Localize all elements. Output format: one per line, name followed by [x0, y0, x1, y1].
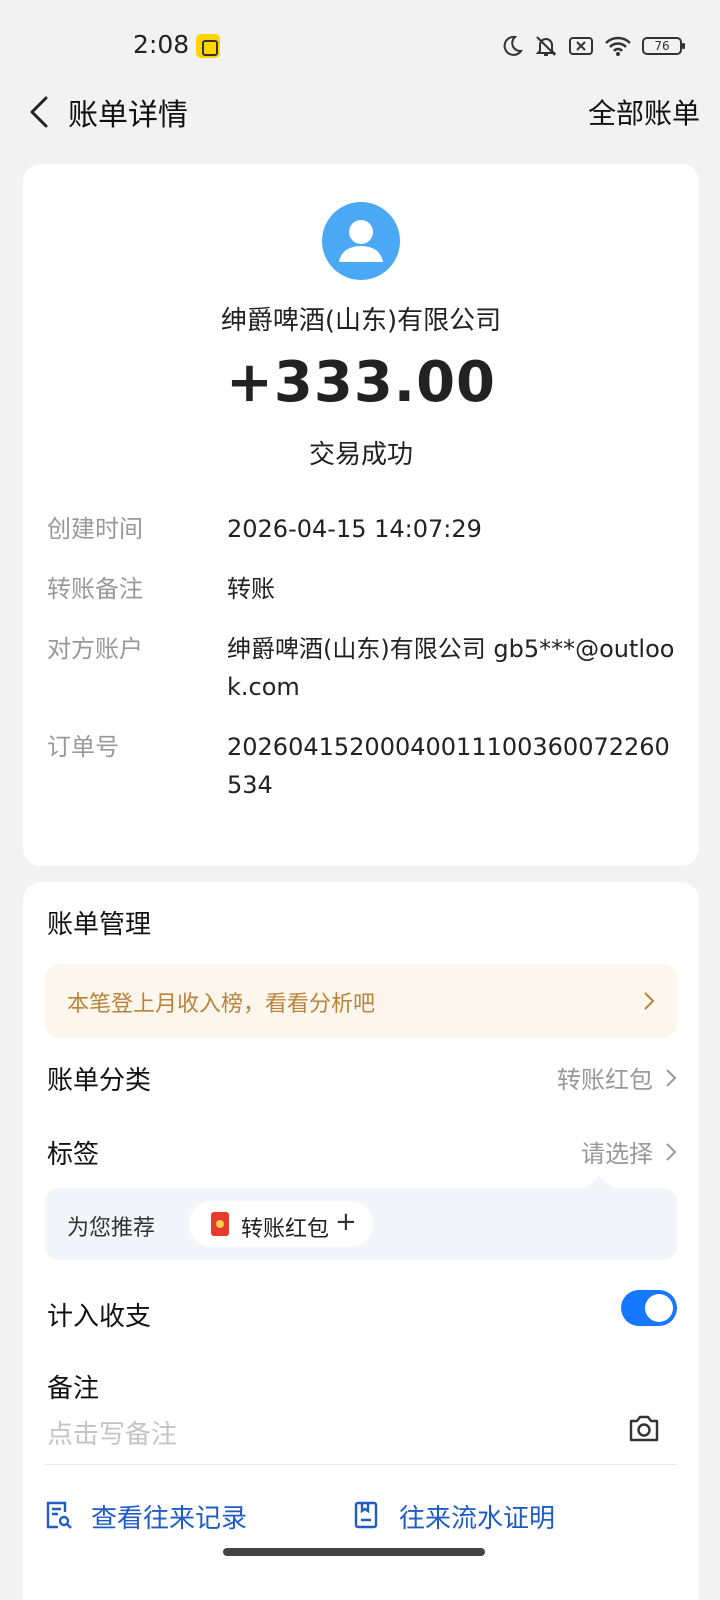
- income-ranking-banner[interactable]: 本笔登上月收入榜，看看分析吧: [45, 964, 677, 1038]
- chevron-right-icon: [666, 1143, 677, 1161]
- section-title: 账单管理: [47, 910, 152, 940]
- transaction-status: 交易成功: [308, 440, 413, 470]
- detail-value: 20260415200040011100360072260534: [227, 733, 670, 799]
- chevron-right-icon: [644, 992, 655, 1010]
- view-records-label: 查看往来记录: [91, 1504, 248, 1534]
- count-in-balance-toggle[interactable]: [621, 1290, 677, 1326]
- detail-value: 2026-04-15 14:07:29: [227, 515, 482, 543]
- user-avatar-icon: [322, 202, 400, 280]
- home-indicator[interactable]: [223, 1548, 485, 1556]
- bell-off-icon: [535, 36, 557, 56]
- detail-value: 转账: [227, 575, 275, 603]
- all-bills-button[interactable]: 全部账单: [588, 92, 700, 132]
- divider: [45, 1464, 677, 1465]
- status-icons: 76: [500, 34, 685, 58]
- detail-label: 创建时间: [47, 515, 143, 543]
- count-in-balance-row: 计入收支: [47, 1290, 677, 1336]
- tag-row[interactable]: 标签 请选择: [47, 1134, 677, 1174]
- bill-category-row[interactable]: 账单分类 转账红包: [47, 1060, 677, 1100]
- plus-icon: +: [335, 1207, 357, 1237]
- bill-management-card: 账单管理 本笔登上月收入榜，看看分析吧 账单分类 转账红包 标签 请选择 为您推…: [23, 882, 699, 1600]
- back-arrow-icon[interactable]: [22, 94, 56, 130]
- moon-icon: [503, 35, 524, 56]
- banner-text: 本笔登上月收入榜，看看分析吧: [67, 992, 376, 1017]
- note-label: 备注: [47, 1374, 100, 1404]
- app-notification-icon: [196, 34, 220, 58]
- detail-label: 对方账户: [47, 635, 143, 663]
- battery-icon: 76: [642, 37, 685, 55]
- page-title: 账单详情: [68, 98, 188, 133]
- tag-label: 标签: [47, 1140, 100, 1170]
- transaction-proof-label: 往来流水证明: [399, 1504, 556, 1534]
- transaction-card: 绅爵啤酒(山东)有限公司 +333.00 交易成功 创建时间 2026-04-1…: [23, 164, 699, 866]
- sim-off-icon: [569, 37, 593, 55]
- camera-icon[interactable]: [627, 1412, 661, 1444]
- recommended-tag-chip[interactable]: 转账红包 +: [189, 1201, 373, 1247]
- bill-category-label: 账单分类: [47, 1066, 152, 1096]
- recommend-label: 为您推荐: [67, 1216, 156, 1241]
- wifi-icon: [605, 36, 631, 56]
- transaction-amount: +333.00: [225, 350, 497, 415]
- tag-value: 请选择: [581, 1140, 653, 1168]
- detail-label: 订单号: [47, 733, 119, 761]
- red-packet-icon: [211, 1212, 229, 1236]
- chevron-right-icon: [666, 1069, 677, 1087]
- tag-recommendation: 为您推荐 转账红包 +: [45, 1176, 677, 1260]
- page-header: 账单详情 全部账单: [0, 80, 720, 144]
- count-in-balance-label: 计入收支: [47, 1302, 152, 1332]
- record-search-icon: [46, 1501, 72, 1529]
- status-time: 2:08: [133, 30, 190, 59]
- detail-label: 转账备注: [47, 575, 143, 603]
- chip-label: 转账红包: [241, 1217, 330, 1242]
- document-icon: [354, 1501, 378, 1529]
- detail-value: 绅爵啤酒(山东)有限公司 gb5***@outlook.com: [227, 635, 675, 701]
- bill-category-value: 转账红包: [557, 1066, 653, 1094]
- note-input[interactable]: 点击写备注: [47, 1414, 177, 1451]
- counterparty-name: 绅爵啤酒(山东)有限公司: [220, 306, 502, 336]
